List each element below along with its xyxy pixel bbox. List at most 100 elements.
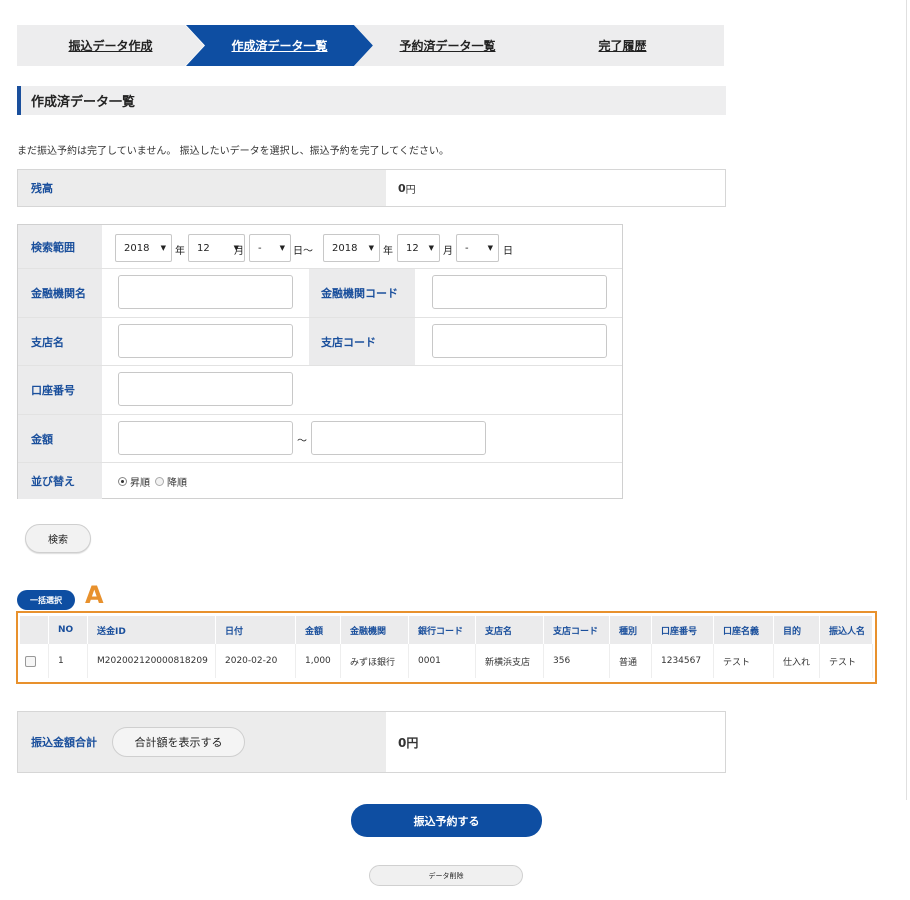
data-table: NO 送金ID 日付 金額 金融機関 銀行コード 支店名 支店コード 種別 口座… [16, 611, 877, 684]
table-cell: みずほ銀行 [341, 644, 409, 678]
show-total-button[interactable]: 合計額を表示する [112, 727, 245, 757]
account-row: 口座番号 [18, 366, 622, 415]
branch-code-label: 支店コード [309, 318, 415, 365]
header-cell: NO [49, 616, 88, 644]
header-cell: 口座名義 [714, 616, 774, 644]
bank-code-input[interactable] [432, 275, 607, 309]
balance-unit: 円 [405, 184, 416, 196]
table-cell: 新横浜支店 [476, 644, 544, 678]
bulk-select-button[interactable]: 一括選択 [17, 590, 75, 610]
amount-max-input[interactable] [311, 421, 486, 455]
header-cell: 口座番号 [652, 616, 714, 644]
step-progress: 振込データ作成 作成済データ一覧 予約済データ一覧 完了履歴 [17, 25, 724, 66]
table-cell: 0001 [409, 644, 476, 678]
total-label: 振込金額合計 [31, 736, 97, 749]
search-button[interactable]: 検索 [25, 524, 91, 553]
step-label: 振込データ作成 [68, 39, 153, 53]
balance-label: 残高 [18, 170, 386, 206]
branch-code-input[interactable] [432, 324, 607, 358]
notice-text: まだ振込予約は完了していません。 振込したいデータを選択し、振込予約を完了してく… [17, 146, 449, 157]
header-cell: 金融機関 [341, 616, 409, 644]
row-checkbox-cell [20, 644, 49, 678]
month-unit: 月 [443, 246, 453, 257]
annotation-marker: A [85, 581, 104, 609]
from-year-select[interactable]: 2018 ▼ [115, 234, 172, 262]
header-cell: 送金ID [88, 616, 216, 644]
table-cell: テスト [820, 644, 873, 678]
step-create-data[interactable]: 振込データ作成 [17, 25, 204, 66]
step-label: 完了履歴 [598, 39, 647, 53]
range-separator: 日～ [293, 246, 313, 257]
header-cell [20, 616, 49, 644]
bank-row: 金融機関名 金融機関コード [18, 269, 622, 318]
dropdown-arrow-icon: ▼ [368, 244, 374, 252]
branch-row: 支店名 支店コード [18, 318, 622, 366]
year-unit: 年 [383, 246, 393, 257]
dropdown-arrow-icon: ▼ [160, 244, 166, 252]
table-cell: 1234567 [652, 644, 714, 678]
dropdown-arrow-icon: ▼ [279, 244, 285, 252]
to-month-select[interactable]: 12 ▼ [397, 234, 440, 262]
balance-value: 0円 [386, 170, 725, 206]
header-cell: 銀行コード [409, 616, 476, 644]
account-number-input[interactable] [118, 372, 293, 406]
total-label-cell: 振込金額合計 合計額を表示する [18, 712, 386, 772]
balance-amount: 0 [398, 181, 406, 195]
header-cell: 支店名 [476, 616, 544, 644]
row-checkbox[interactable] [25, 655, 36, 667]
sort-options: 昇順 降順 [118, 474, 187, 489]
table-cell: 1 [49, 644, 88, 678]
search-range-row: 検索範囲 2018 ▼ 年 12 ▼ 月 - ▼ 日～ 2018 ▼ 年 12 ▼ 月 -… [18, 225, 622, 269]
step-label: 予約済データ一覧 [399, 39, 496, 53]
search-form: 検索範囲 2018 ▼ 年 12 ▼ 月 - ▼ 日～ 2018 ▼ 年 12 ▼ 月 -… [17, 224, 623, 499]
sort-desc-label[interactable]: 降順 [167, 474, 187, 489]
balance-panel: 残高 0円 [17, 169, 726, 207]
search-range-label: 検索範囲 [18, 225, 102, 268]
sort-row: 並び替え 昇順 降順 [18, 463, 622, 499]
sort-asc-label[interactable]: 昇順 [130, 474, 150, 489]
header-cell: 支店コード [544, 616, 610, 644]
total-panel: 振込金額合計 合計額を表示する 0円 [17, 711, 726, 773]
amount-row: 金額 ～ [18, 415, 622, 463]
to-year-select[interactable]: 2018 ▼ [323, 234, 380, 262]
step-history[interactable]: 完了履歴 [521, 25, 724, 66]
bank-code-label: 金融機関コード [309, 269, 415, 317]
dropdown-arrow-icon: ▼ [428, 244, 434, 252]
step-created-list[interactable]: 作成済データ一覧 [186, 25, 373, 66]
page-title: 作成済データ一覧 [17, 86, 726, 115]
header-cell: 振込人名 [820, 616, 873, 644]
table-cell: 2020-02-20 [216, 644, 296, 678]
radio-dot-icon [121, 480, 124, 483]
branch-name-label: 支店名 [18, 318, 102, 365]
step-reserved-list[interactable]: 予約済データ一覧 [354, 25, 541, 66]
dropdown-arrow-icon: ▼ [487, 244, 493, 252]
table-cell: 356 [544, 644, 610, 678]
bank-name-label: 金融機関名 [18, 269, 102, 317]
table-cell: M202002120000818209 [88, 644, 216, 678]
table-header: NO 送金ID 日付 金額 金融機関 銀行コード 支店名 支店コード 種別 口座… [20, 616, 873, 645]
bank-name-input[interactable] [118, 275, 293, 309]
table-row[interactable]: 1 M202002120000818209 2020-02-20 1,000 み… [20, 644, 873, 678]
radio-desc[interactable] [155, 477, 164, 486]
header-cell: 日付 [216, 616, 296, 644]
divider [906, 0, 907, 800]
year-unit: 年 [175, 246, 185, 257]
sort-label: 並び替え [18, 463, 102, 499]
total-value: 0円 [398, 735, 419, 750]
from-day-select[interactable]: - ▼ [249, 234, 291, 262]
reserve-transfer-button[interactable]: 振込予約する [351, 804, 542, 837]
delete-data-button[interactable]: データ削除 [369, 865, 523, 886]
header-cell: 目的 [774, 616, 820, 644]
radio-asc[interactable] [118, 477, 127, 486]
day-unit: 日 [503, 246, 513, 257]
table-cell: テスト [714, 644, 774, 678]
branch-name-input[interactable] [118, 324, 293, 358]
table-cell: 1,000 [296, 644, 341, 678]
header-cell: 金額 [296, 616, 341, 644]
amount-label: 金額 [18, 415, 102, 462]
table-cell: 普通 [610, 644, 652, 678]
month-unit: 月 [234, 246, 244, 257]
to-day-select[interactable]: - ▼ [456, 234, 499, 262]
step-label: 作成済データ一覧 [231, 39, 328, 53]
amount-min-input[interactable] [118, 421, 293, 455]
